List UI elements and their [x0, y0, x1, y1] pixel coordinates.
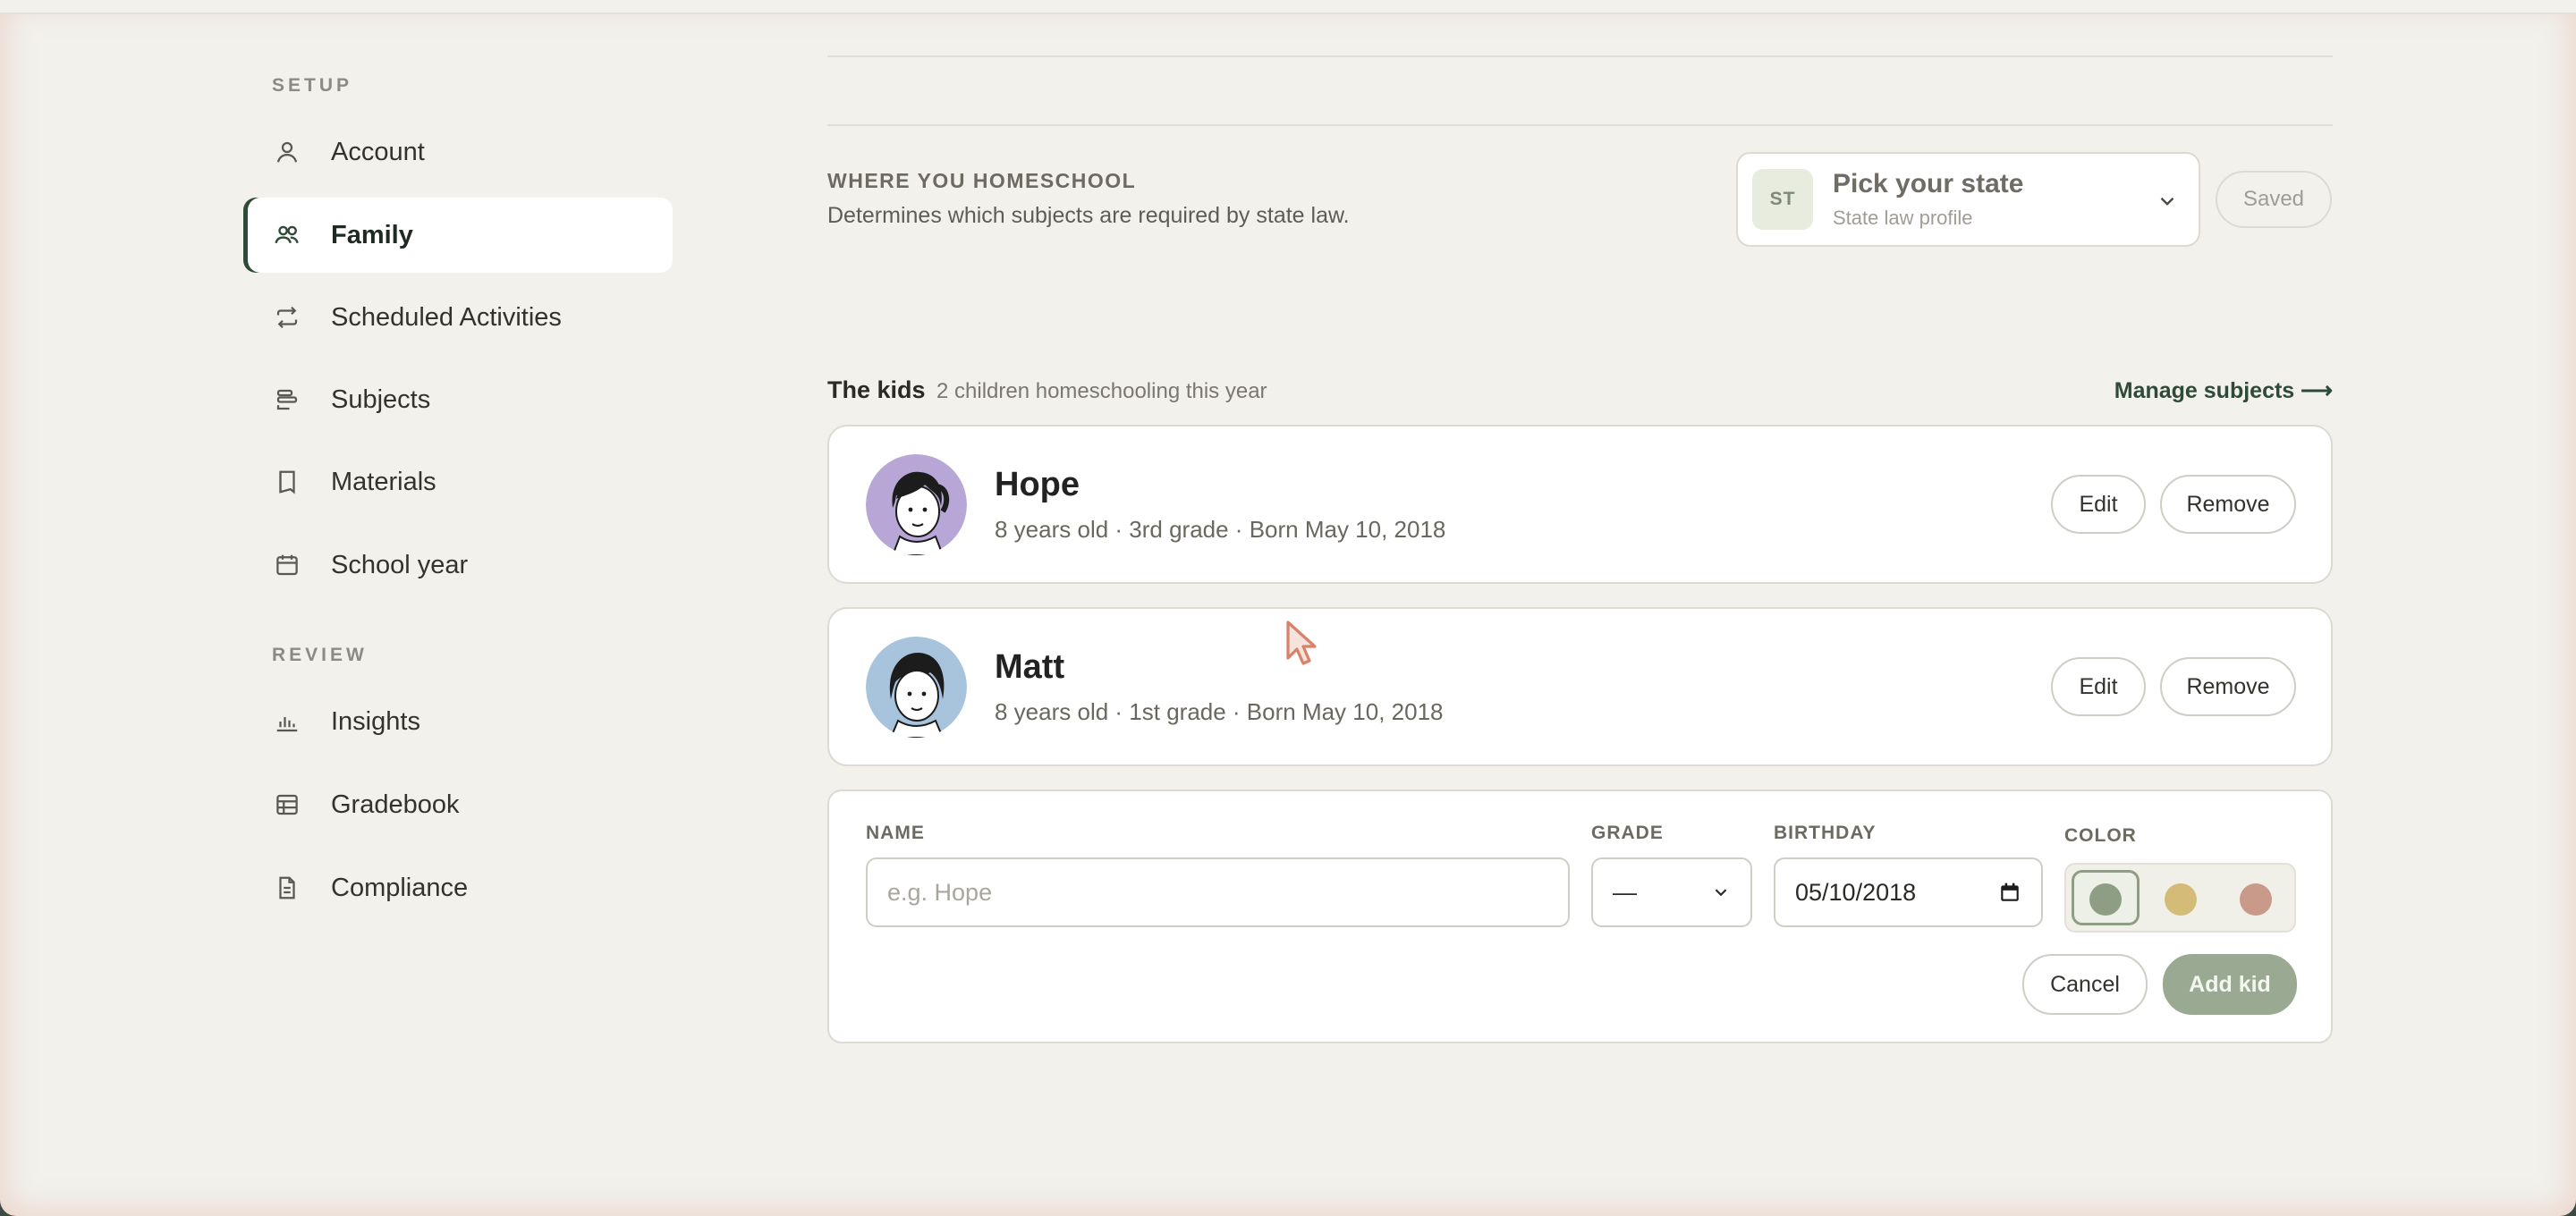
sidebar-item-insights[interactable]: Insights: [243, 684, 673, 759]
sidebar-item-label: Insights: [331, 706, 420, 736]
top-bar: [0, 0, 2576, 14]
where-homeschool-title: WHERE YOU HOMESCHOOL: [827, 169, 1137, 192]
user-icon: [276, 141, 298, 163]
avatar: [866, 637, 967, 738]
sidebar-item-label: Family: [331, 220, 413, 249]
kid-card-hope: Hope 8 years old · 3rd grade · Born May …: [827, 425, 2333, 584]
kids-section-title: The kids: [827, 376, 926, 403]
color-swatch-sage[interactable]: [2089, 883, 2122, 916]
chevron-down-icon: [1715, 889, 1727, 897]
setup-section-label: SETUP: [272, 75, 353, 96]
edit-button[interactable]: Edit: [2051, 657, 2146, 716]
sidebar-item-school-year[interactable]: School year: [243, 528, 673, 603]
sidebar-item-family[interactable]: Family: [243, 198, 673, 273]
divider: [827, 55, 2333, 57]
chevron-down-icon: [2160, 197, 2174, 206]
sidebar-item-label: Account: [331, 137, 425, 166]
sidebar-item-account[interactable]: Account: [243, 114, 673, 190]
sidebar-item-materials[interactable]: Materials: [243, 444, 673, 519]
sidebar-item-compliance[interactable]: Compliance: [243, 850, 673, 925]
remove-button[interactable]: Remove: [2160, 475, 2296, 534]
mouse-cursor-icon: [1286, 621, 1317, 665]
sidebar-item-label: Scheduled Activities: [331, 302, 562, 332]
sidebar-item-label: Materials: [331, 467, 436, 496]
bar-chart-icon: [276, 717, 298, 732]
avatar: [866, 454, 967, 555]
kid-details: 8 years old · 3rd grade · Born May 10, 2…: [995, 516, 1446, 543]
state-badge: ST: [1752, 169, 1813, 230]
state-picker-subtitle: State law profile: [1833, 207, 1973, 229]
grade-value: —: [1613, 878, 1637, 906]
users-icon: [275, 225, 299, 244]
manage-subjects-link[interactable]: Manage subjects ⟶: [2114, 377, 2333, 404]
subjects-icon: [276, 389, 298, 410]
bookmark-icon: [279, 470, 295, 494]
birthday-value: 05/10/2018: [1795, 878, 1917, 906]
sidebar-item-label: Gradebook: [331, 790, 460, 819]
kid-details: 8 years old · 1st grade · Born May 10, 2…: [995, 698, 1444, 725]
name-input[interactable]: e.g. Hope: [866, 857, 1570, 927]
sidebar-item-label: School year: [331, 550, 469, 579]
kid-name: Hope: [995, 466, 1080, 503]
sidebar-item-scheduled-activities[interactable]: Scheduled Activities: [243, 280, 673, 355]
birthday-label: BIRTHDAY: [1774, 823, 1877, 843]
repeat-icon: [276, 306, 298, 329]
state-picker-title: Pick your state: [1833, 169, 2024, 198]
sidebar-item-label: Subjects: [331, 384, 431, 414]
divider: [827, 124, 2333, 126]
color-swatch-mustard[interactable]: [2165, 883, 2197, 916]
sidebar-item-gradebook[interactable]: Gradebook: [243, 767, 673, 842]
calendar-icon: [276, 554, 298, 576]
kid-name: Matt: [995, 648, 1065, 686]
sidebar-item-subjects[interactable]: Subjects: [243, 362, 673, 437]
birthday-input[interactable]: 05/10/2018: [1774, 857, 2043, 927]
table-icon: [276, 794, 298, 815]
sidebar-item-label: Compliance: [331, 873, 469, 902]
kids-count: 2 children homeschooling this year: [936, 379, 1267, 403]
review-section-label: REVIEW: [272, 645, 368, 665]
kid-card-matt: Matt 8 years old · 1st grade · Born May …: [827, 607, 2333, 766]
document-icon: [279, 876, 295, 899]
color-swatch-rose[interactable]: [2240, 883, 2272, 916]
cancel-button[interactable]: Cancel: [2022, 954, 2148, 1015]
saved-button[interactable]: Saved: [2216, 171, 2332, 228]
add-kid-form: NAME e.g. Hope GRADE — BIRTHDAY 05/10/20…: [827, 790, 2333, 1043]
state-picker[interactable]: ST Pick your state State law profile: [1736, 152, 2200, 247]
remove-button[interactable]: Remove: [2160, 657, 2296, 716]
edit-button[interactable]: Edit: [2051, 475, 2146, 534]
grade-select[interactable]: —: [1591, 857, 1752, 927]
grade-label: GRADE: [1591, 823, 1664, 843]
add-kid-button[interactable]: Add kid: [2163, 954, 2297, 1015]
app-window: SETUP Account Family Scheduled Activitie…: [0, 0, 2576, 1216]
where-homeschool-subtitle: Determines which subjects are required b…: [827, 203, 1350, 228]
calendar-icon[interactable]: [1998, 881, 2021, 904]
color-label: COLOR: [2064, 825, 2137, 846]
name-label: NAME: [866, 823, 925, 843]
color-picker: [2064, 863, 2296, 933]
